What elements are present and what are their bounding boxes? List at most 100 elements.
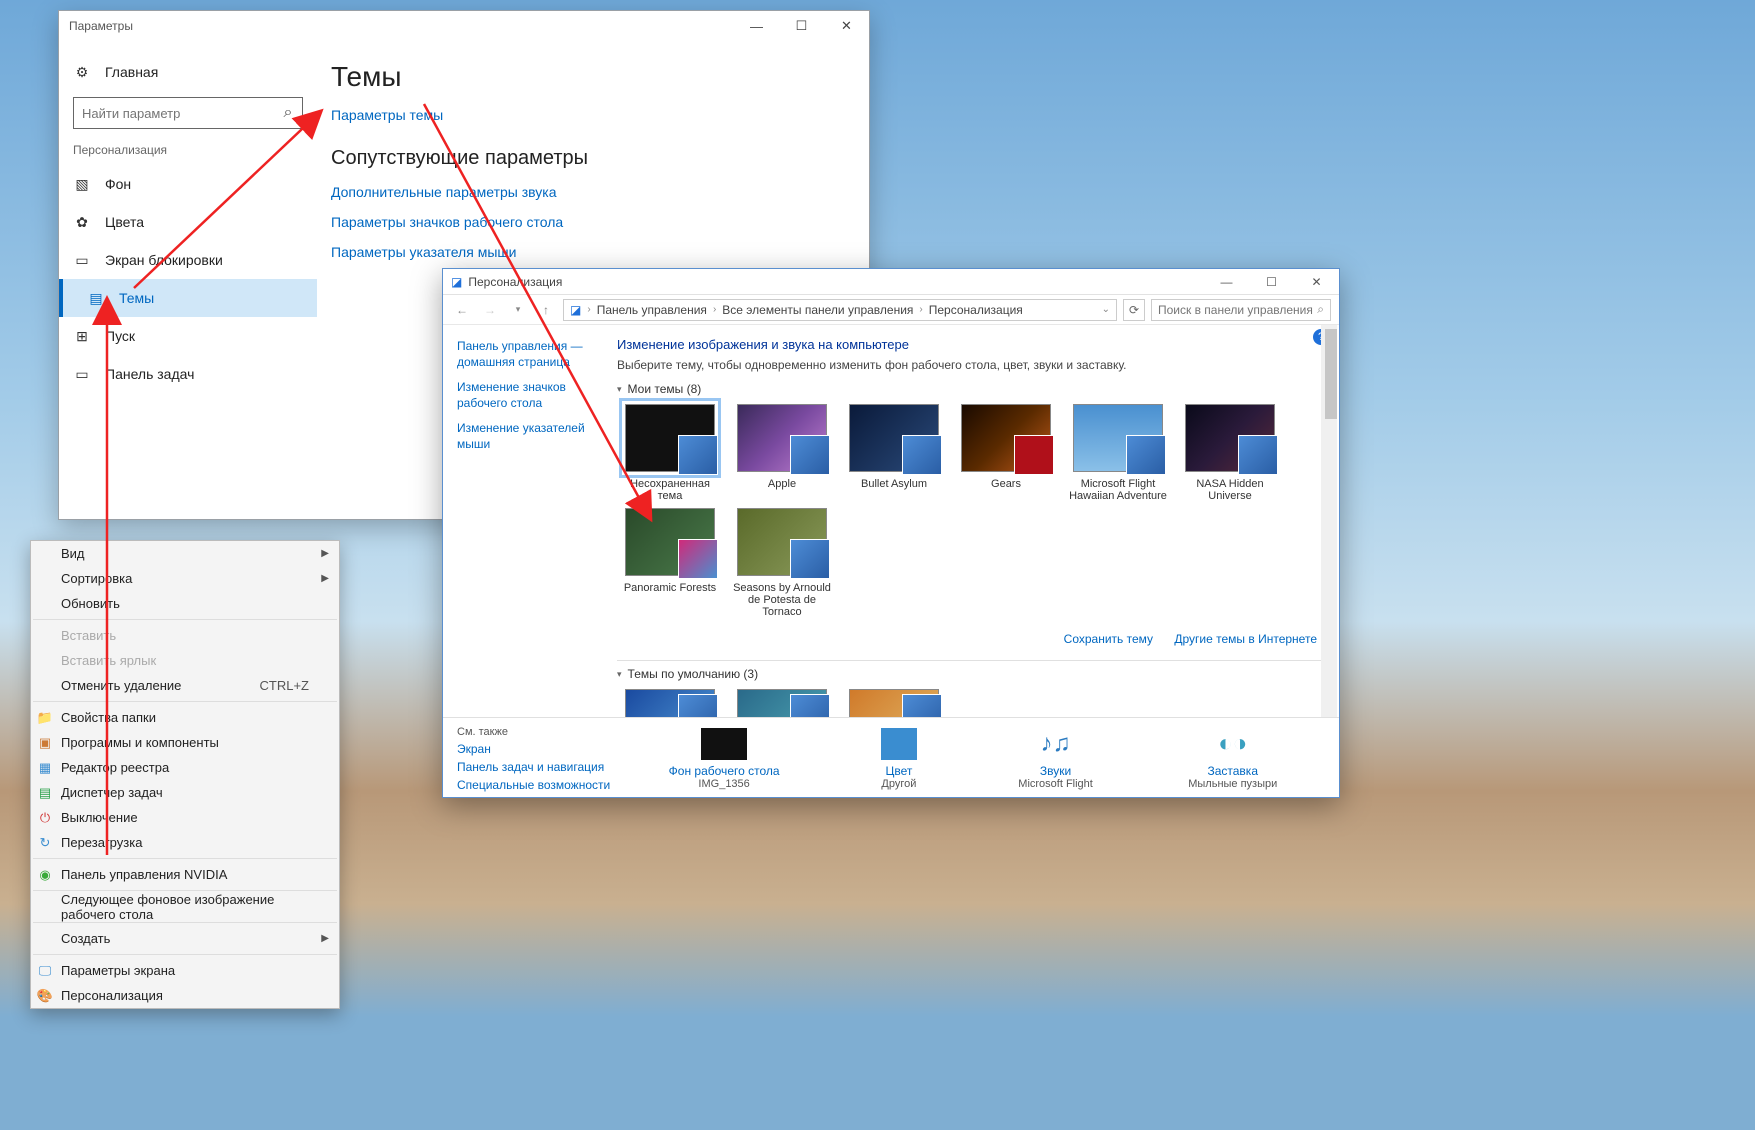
theme-item-default-3[interactable] [841,689,947,717]
cp-link-pointers[interactable]: Изменение указателей мыши [457,421,599,452]
ctx-view[interactable]: Вид▶ [31,541,339,566]
link-more-themes-online[interactable]: Другие темы в Интернете [1174,632,1317,646]
theme-item-apple[interactable]: Apple [729,404,835,502]
ctx-create[interactable]: Создать▶ [31,926,339,951]
cp-titlebar: ◪ Персонализация — ☐ ✕ [443,269,1339,295]
address-bar: ← → ▾ ↑ ◪ › Панель управления › Все элем… [443,295,1339,325]
ctx-display-settings[interactable]: 🖵Параметры экрана [31,958,339,983]
link-advanced-sound[interactable]: Дополнительные параметры звука [331,184,861,200]
link-desktop-background[interactable]: Фон рабочего стола IMG_1356 [669,726,780,791]
link-sounds[interactable]: ♪♫ Звуки Microsoft Flight [1018,726,1093,791]
breadcrumb-item[interactable]: Панель управления [597,303,707,317]
theme-item-panoramic-forests[interactable]: Panoramic Forests [617,508,723,618]
theme-item-default-2[interactable] [729,689,835,717]
ctx-next-wallpaper[interactable]: Следующее фоновое изображение рабочего с… [31,894,339,919]
screensaver-icon: ◐◑ [1209,726,1257,762]
ctx-taskmgr[interactable]: ▤Диспетчер задач [31,780,339,805]
nav-history-button[interactable]: ▾ [507,299,529,321]
link-taskbar-nav[interactable]: Панель задач и навигация [457,760,621,774]
nav-back-button[interactable]: ← [451,299,473,321]
chevron-right-icon: ▶ [321,548,329,559]
theme-item-unsaved[interactable]: Несохраненная тема [617,404,723,502]
chevron-down-icon[interactable]: ⌄ [1102,304,1110,315]
taskmgr-icon: ▤ [37,785,53,801]
sounds-icon: ♪♫ [1032,726,1080,762]
ctx-regedit[interactable]: ▦Редактор реестра [31,755,339,780]
theme-item-seasons[interactable]: Seasons by Arnould de Potesta de Tornaco [729,508,835,618]
theme-element-links: Фон рабочего стола IMG_1356 Цвет Другой … [621,726,1325,791]
link-theme-settings[interactable]: Параметры темы [331,107,861,123]
breadcrumb-item[interactable]: Все элементы панели управления [722,303,913,317]
cp-side-links: Панель управления — домашняя страница Из… [443,325,607,717]
cp-title: Персонализация [468,275,562,289]
see-also-header: См. также [457,726,621,738]
ctx-shutdown[interactable]: ⏻Выключение [31,805,339,830]
theme-label: Microsoft Flight Hawaiian Adventure [1065,478,1171,502]
nav-forward-button[interactable]: → [479,299,501,321]
ctx-programs[interactable]: ▣Программы и компоненты [31,730,339,755]
link-desktop-icons[interactable]: Параметры значков рабочего стола [331,214,861,230]
ctx-personalize[interactable]: 🎨Персонализация [31,983,339,1008]
nav-background[interactable]: ▧ Фон [59,165,317,203]
gear-icon: ⚙ [73,64,91,81]
chevron-right-icon: › [587,304,590,315]
nav-themes[interactable]: ▤ Темы [59,279,317,317]
theme-icon: ▤ [87,290,105,307]
theme-label: Apple [768,478,796,490]
nav-up-button[interactable]: ↑ [535,299,557,321]
nav-lockscreen[interactable]: ▭ Экран блокировки [59,241,317,279]
link-save-theme[interactable]: Сохранить тему [1064,632,1153,646]
theme-item-default-1[interactable] [617,689,723,717]
link-display[interactable]: Экран [457,742,621,756]
ctx-undo-delete[interactable]: Отменить удалениеCTRL+Z [31,673,339,698]
cp-search-input[interactable] [1158,303,1317,317]
settings-nav-pane: ⚙ Главная ⌕ Персонализация ▧ Фон ✿ Цвета [59,41,317,519]
ctx-folder-properties[interactable]: 📁Свойства папки [31,705,339,730]
settings-search[interactable]: ⌕ [73,97,303,129]
theme-grid-default [617,689,1335,717]
group-my-themes[interactable]: Мои темы (8) [617,382,1335,396]
lock-icon: ▭ [73,252,91,269]
nav-colors[interactable]: ✿ Цвета [59,203,317,241]
link-color[interactable]: Цвет Другой [875,726,923,791]
theme-label: Panoramic Forests [624,582,716,594]
power-icon: ⏻ [37,810,53,826]
theme-item-ms-flight[interactable]: Microsoft Flight Hawaiian Adventure [1065,404,1171,502]
nav-label: Фон [105,176,131,192]
ctx-sort[interactable]: Сортировка▶ [31,566,339,591]
cp-link-desktop-icons[interactable]: Изменение значков рабочего стола [457,380,599,411]
ctx-nvidia[interactable]: ◉Панель управления NVIDIA [31,862,339,887]
cp-search[interactable]: ⌕ [1151,299,1331,321]
search-input[interactable] [74,106,274,121]
close-button[interactable]: ✕ [1294,269,1339,295]
link-mouse-pointer[interactable]: Параметры указателя мыши [331,244,861,260]
maximize-button[interactable]: ☐ [1249,269,1294,295]
theme-item-bullet-asylum[interactable]: Bullet Asylum [841,404,947,502]
nav-taskbar[interactable]: ▭ Панель задач [59,355,317,393]
theme-item-nasa[interactable]: NASA Hidden Universe [1177,404,1283,502]
cp-link-home[interactable]: Панель управления — домашняя страница [457,339,599,370]
separator [33,858,337,859]
maximize-button[interactable]: ☐ [779,11,824,41]
minimize-button[interactable]: — [734,11,779,41]
link-accessibility[interactable]: Специальные возможности [457,778,621,792]
ctx-paste: Вставить [31,623,339,648]
color-icon [875,726,923,762]
minimize-button[interactable]: — [1204,269,1249,295]
breadcrumb[interactable]: ◪ › Панель управления › Все элементы пан… [563,299,1117,321]
ctx-refresh[interactable]: Обновить [31,591,339,616]
chevron-right-icon: › [713,304,716,315]
nav-home[interactable]: ⚙ Главная [59,53,317,91]
breadcrumb-item[interactable]: Персонализация [929,303,1023,317]
group-default-themes[interactable]: Темы по умолчанию (3) [617,667,1335,681]
cp-heading: Изменение изображения и звука на компьют… [617,337,1335,352]
link-screensaver[interactable]: ◐◑ Заставка Мыльные пузыри [1188,726,1277,791]
close-button[interactable]: ✕ [824,11,869,41]
page-title: Темы [331,61,861,93]
refresh-button[interactable]: ⟳ [1123,299,1145,321]
theme-item-gears[interactable]: Gears [953,404,1059,502]
nav-start[interactable]: ⊞ Пуск [59,317,317,355]
scrollbar-thumb[interactable] [1325,329,1337,419]
chevron-right-icon: ▶ [321,573,329,584]
ctx-restart[interactable]: ↻Перезагрузка [31,830,339,855]
